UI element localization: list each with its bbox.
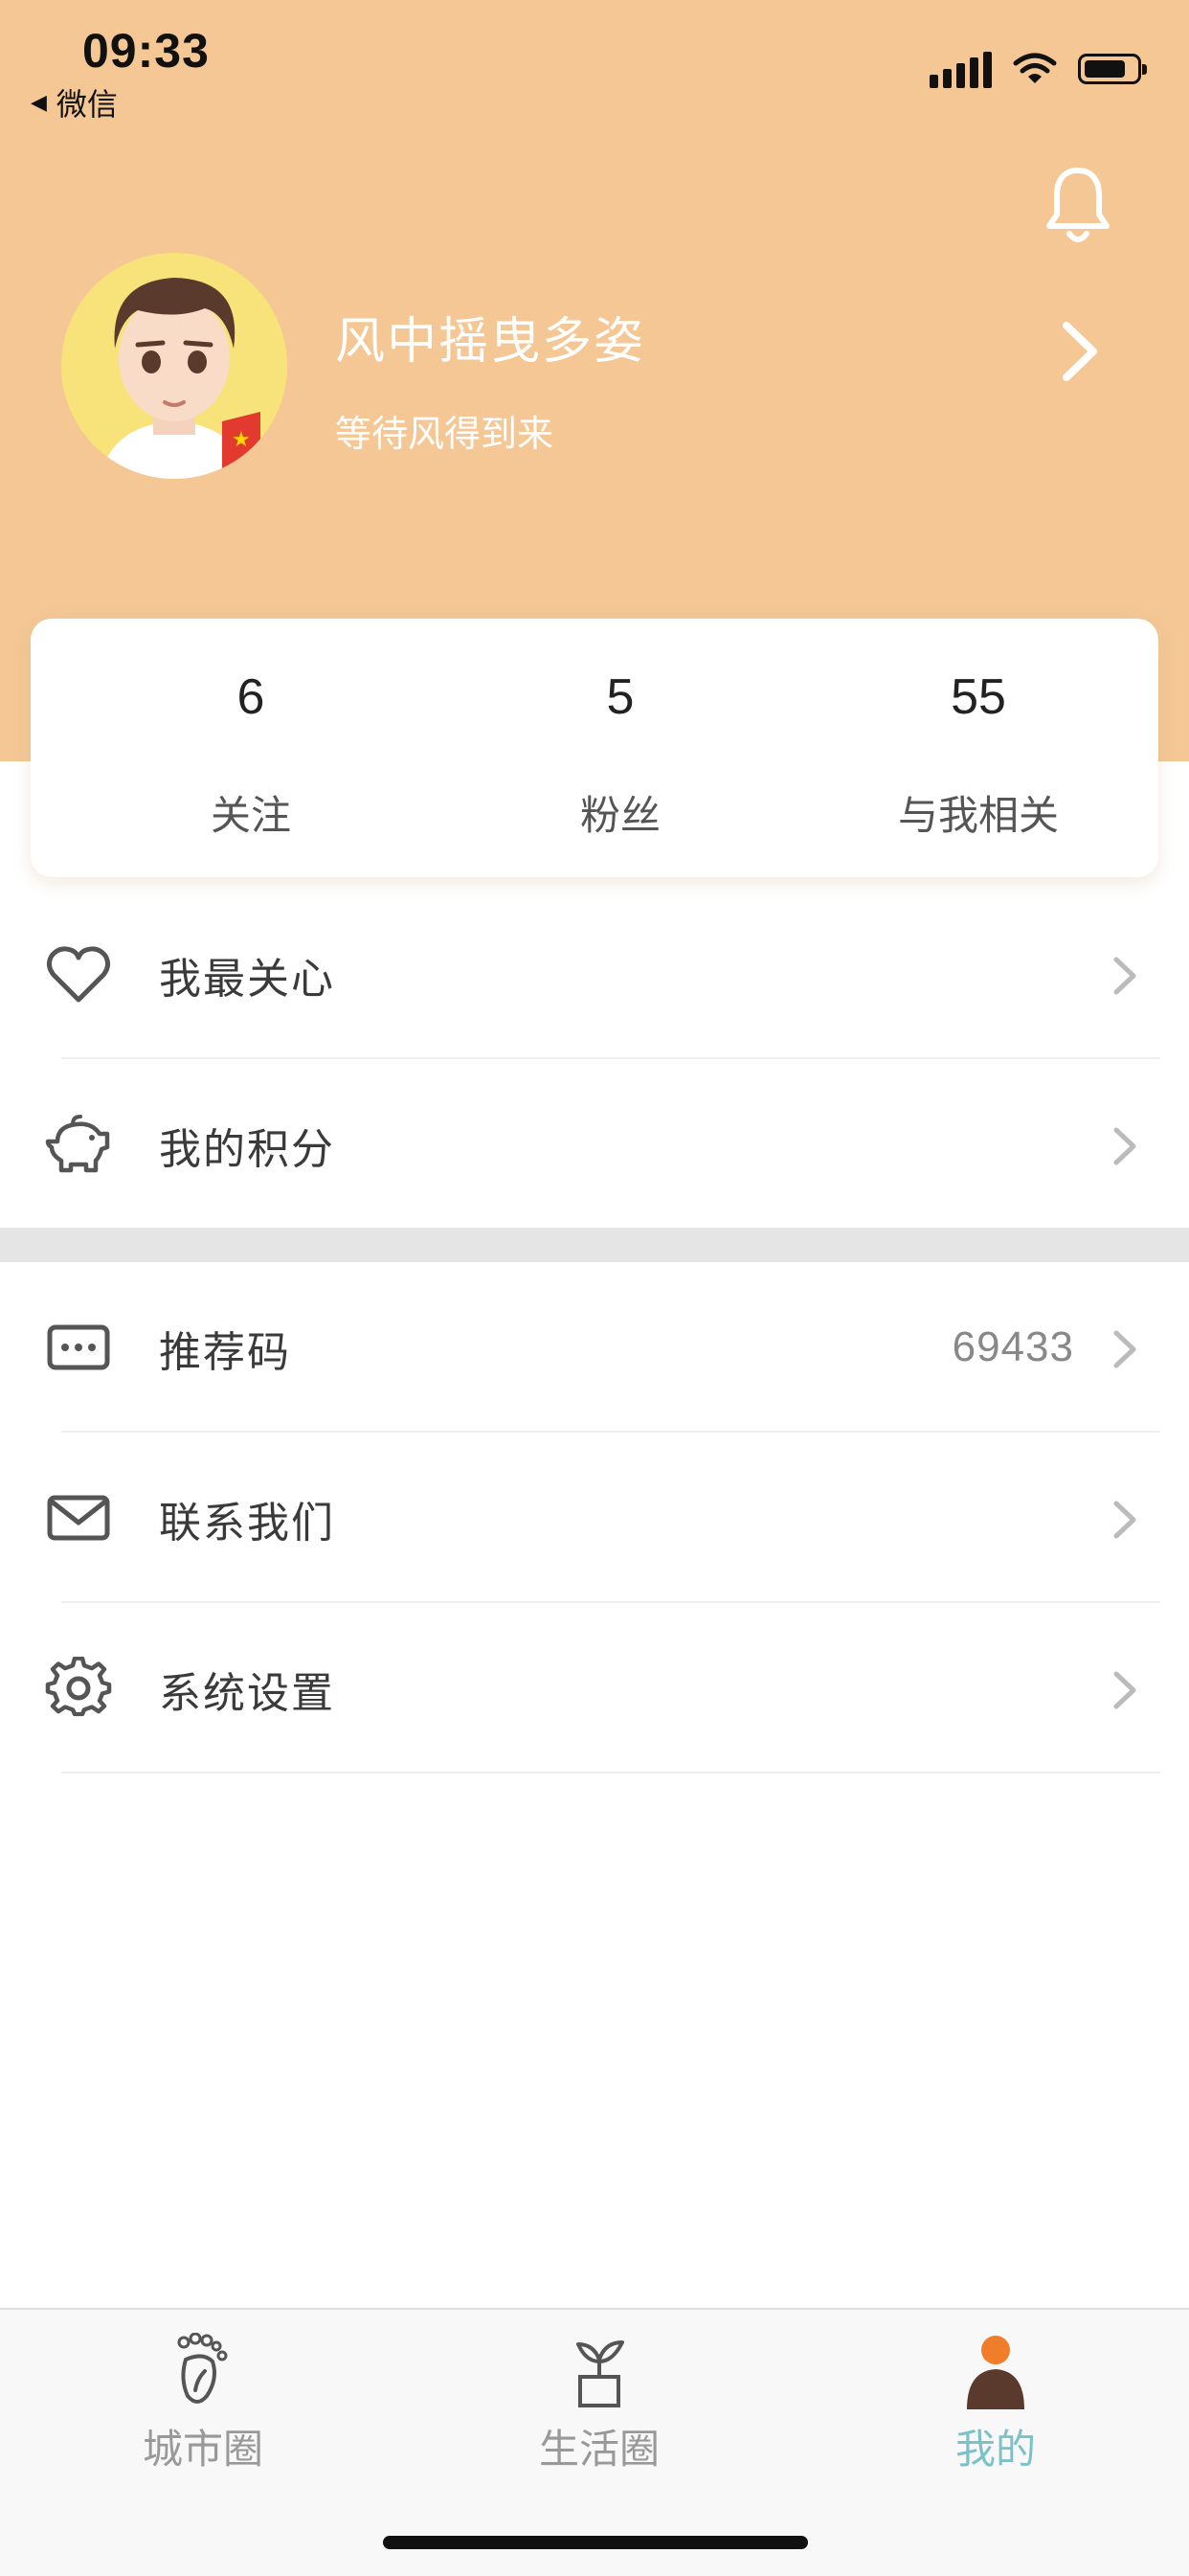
heart-icon — [46, 946, 111, 1003]
chevron-right-icon — [1113, 1671, 1136, 1709]
gear-icon — [45, 1657, 112, 1717]
chevron-right-icon — [1113, 957, 1136, 995]
tab-label: 我的 — [954, 2426, 1036, 2473]
stat-following[interactable]: 6 关注 — [107, 619, 394, 877]
chevron-right-icon — [1113, 1330, 1136, 1368]
menu-label: 推荐码 — [159, 1328, 291, 1377]
tab-label: 城市圈 — [142, 2426, 263, 2473]
menu-item-referral-code[interactable]: 推荐码 69433 — [0, 1262, 1189, 1433]
status-icons — [930, 50, 1147, 88]
footprint-icon — [177, 2333, 228, 2404]
menu-item-settings[interactable]: 系统设置 — [0, 1603, 1189, 1774]
stat-related[interactable]: 55 与我相关 — [835, 619, 1122, 877]
status-time: 09:33 — [82, 24, 210, 78]
tab-life-circle[interactable]: 生活圈 — [475, 2333, 724, 2475]
bell-icon[interactable] — [1043, 165, 1112, 247]
battery-icon — [1078, 54, 1147, 84]
menu-label: 联系我们 — [159, 1499, 335, 1548]
plant-pot-icon — [576, 2340, 624, 2407]
back-triangle-icon: ◀ — [31, 90, 47, 115]
menu-item-favorites[interactable]: 我最关心 — [0, 889, 1189, 1059]
stats-card: 6 关注 5 粉丝 55 与我相关 — [31, 619, 1158, 877]
tab-mine[interactable]: 我的 — [871, 2333, 1120, 2475]
wifi-icon — [1013, 53, 1057, 83]
home-indicator — [383, 2536, 808, 2549]
stat-count: 55 — [951, 669, 1006, 725]
back-app-label: 微信 — [56, 86, 118, 123]
stat-count: 6 — [236, 669, 265, 725]
back-to-app-link[interactable]: ◀ 微信 — [31, 80, 118, 124]
menu-item-points[interactable]: 我的积分 — [0, 1059, 1189, 1230]
menu-label: 系统设置 — [159, 1669, 335, 1718]
chevron-right-icon[interactable] — [1053, 318, 1107, 385]
stat-followers[interactable]: 5 粉丝 — [477, 619, 764, 877]
more-dots-icon — [47, 1324, 110, 1370]
section-divider — [0, 1228, 1189, 1262]
menu-label: 我最关心 — [159, 955, 335, 1004]
divider — [61, 1772, 1160, 1774]
stat-label: 粉丝 — [579, 792, 661, 839]
signal-icon — [930, 50, 992, 88]
tab-city-circle[interactable]: 城市圈 — [79, 2333, 327, 2475]
svg-text:★: ★ — [232, 428, 251, 452]
stat-label: 与我相关 — [897, 792, 1059, 839]
menu-label: 我的积分 — [159, 1125, 335, 1174]
mail-icon — [47, 1495, 110, 1541]
chevron-right-icon — [1113, 1127, 1136, 1165]
user-signature: 等待风得到来 — [335, 413, 554, 455]
avatar[interactable]: ★ — [61, 253, 287, 479]
piggy-bank-icon — [45, 1115, 110, 1173]
tab-label: 生活圈 — [538, 2426, 660, 2473]
stat-count: 5 — [606, 669, 635, 725]
person-icon — [967, 2336, 1024, 2409]
stat-label: 关注 — [210, 792, 291, 839]
username[interactable]: 风中摇曳多姿 — [335, 301, 645, 373]
menu-item-contact-us[interactable]: 联系我们 — [0, 1433, 1189, 1603]
chevron-right-icon — [1113, 1501, 1136, 1539]
avatar-cartoon-boy: ★ — [61, 253, 287, 479]
referral-code-value: 69433 — [952, 1323, 1074, 1370]
